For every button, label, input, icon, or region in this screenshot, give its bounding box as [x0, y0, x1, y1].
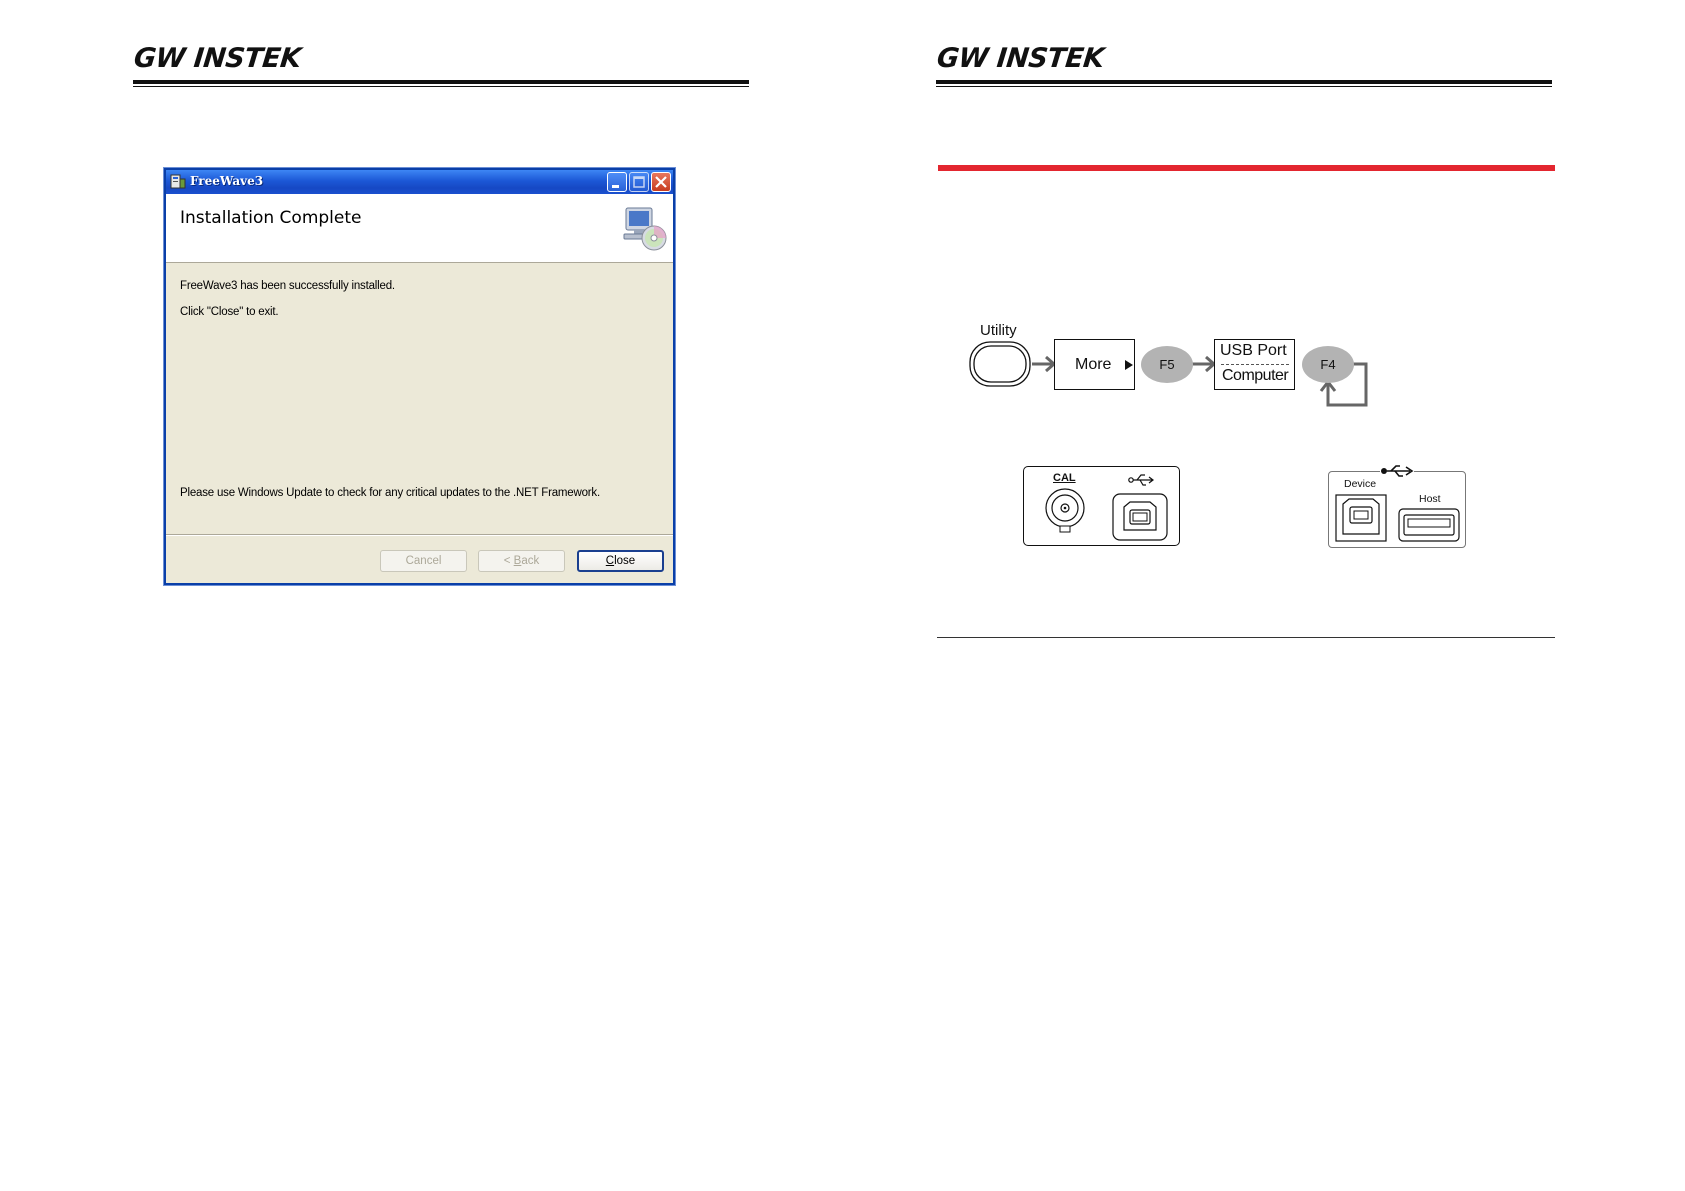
close-hint: Click "Close" to exit. [180, 306, 279, 318]
usb-symbol-front-icon [1380, 463, 1414, 479]
close-button[interactable]: Close [577, 550, 664, 572]
rear-panel-cal-usb: CAL [1023, 466, 1180, 546]
header-rule-right-thin [936, 86, 1552, 87]
back-rest: ack [521, 555, 540, 567]
more-softkey[interactable]: More [1054, 339, 1135, 390]
close-window-button[interactable] [651, 172, 671, 192]
bnc-connector-icon [1045, 488, 1085, 533]
usb-symbol-icon [1128, 474, 1154, 486]
gw-instek-logo-right: GW INSTEK [935, 43, 1106, 74]
more-label: More [1075, 356, 1112, 373]
close-icon [655, 176, 667, 188]
cal-label: CAL [1053, 472, 1076, 484]
usb-port-label: USB Port [1220, 342, 1287, 359]
installer-app-icon [170, 174, 186, 189]
f5-key[interactable]: F5 [1141, 346, 1193, 383]
header-rule-right [936, 80, 1552, 84]
cancel-button[interactable]: Cancel [380, 550, 467, 572]
usb-b-port-icon [1112, 493, 1168, 541]
dialog-header: Installation Complete [166, 194, 673, 263]
softkey-divider [1221, 364, 1289, 365]
utility-label: Utility [980, 322, 1017, 339]
header-rule-left-thin [133, 86, 749, 87]
close-mnemonic: C [605, 555, 615, 567]
gw-instek-logo-left: GW INSTEK [132, 43, 303, 74]
usb-port-softkey[interactable]: USB Port Computer [1214, 339, 1295, 390]
button-separator [166, 534, 673, 536]
dialog-heading: Installation Complete [180, 208, 362, 228]
computer-cd-icon [623, 207, 667, 251]
success-message: FreeWave3 has been successfully installe… [180, 280, 395, 292]
device-label: Device [1344, 478, 1377, 490]
minimize-icon [612, 185, 619, 188]
installer-dialog: FreeWave3 Installation Complete FreeWave… [164, 168, 675, 585]
back-button[interactable]: < Back [478, 550, 565, 572]
dialog-titlebar[interactable]: FreeWave3 [166, 170, 673, 194]
maximize-button[interactable] [629, 172, 649, 192]
back-prefix: < [503, 555, 514, 567]
section-red-rule [938, 165, 1555, 171]
maximize-icon [633, 176, 645, 188]
header-rule-left [133, 80, 749, 84]
f4-key[interactable]: F4 [1302, 346, 1354, 383]
host-label: Host [1419, 493, 1441, 505]
usb-device-port-icon [1335, 494, 1387, 542]
close-rest: lose [614, 555, 636, 567]
usb-host-port-icon [1398, 508, 1460, 542]
update-notice: Please use Windows Update to check for a… [180, 487, 600, 499]
utility-key-icon [969, 341, 1031, 387]
play-arrow-icon [1125, 360, 1133, 370]
footer-rule-right [937, 637, 1555, 638]
minimize-button[interactable] [607, 172, 627, 192]
dialog-title: FreeWave3 [190, 174, 264, 188]
computer-label: Computer [1222, 367, 1289, 384]
